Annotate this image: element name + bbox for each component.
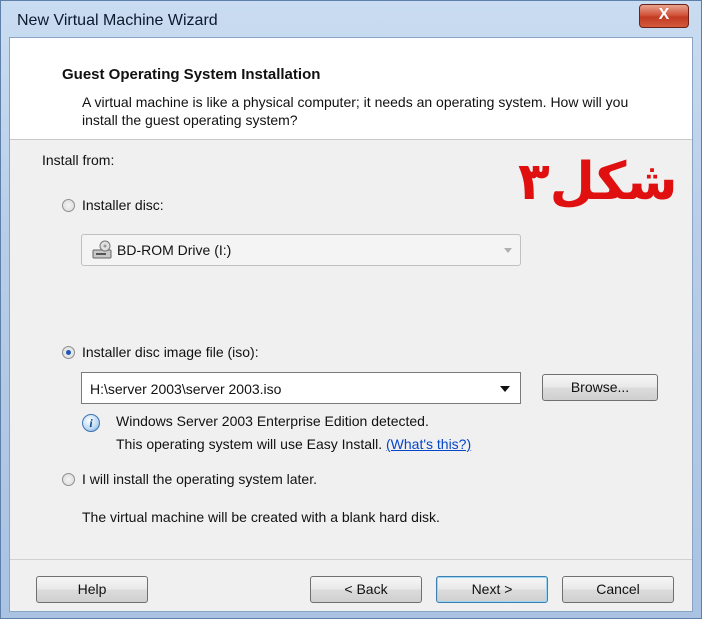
disc-drive-select: BD-ROM Drive (I:) <box>81 234 521 266</box>
install-later-radio[interactable] <box>62 473 75 486</box>
easy-install-text: This operating system will use Easy Inst… <box>116 436 471 452</box>
whats-this-link[interactable]: (What's this?) <box>386 436 471 452</box>
browse-button[interactable]: Browse... <box>542 374 658 401</box>
installer-disc-radio[interactable] <box>62 199 75 212</box>
iso-path-combobox[interactable]: H:\server 2003\server 2003.iso <box>81 372 521 404</box>
iso-path-value[interactable]: H:\server 2003\server 2003.iso <box>90 381 281 397</box>
close-button[interactable]: X <box>639 4 689 28</box>
disc-drive-icon <box>92 240 112 259</box>
installer-disc-label[interactable]: Installer disc: <box>82 197 164 213</box>
disc-drive-value: BD-ROM Drive (I:) <box>117 242 232 258</box>
window-title: New Virtual Machine Wizard <box>17 12 218 29</box>
chevron-down-icon <box>504 248 512 253</box>
figure-label: شکل۳ <box>518 152 678 212</box>
chevron-down-icon[interactable] <box>500 386 510 392</box>
close-icon: X <box>658 6 670 23</box>
back-button[interactable]: < Back <box>310 576 422 603</box>
installer-iso-radio[interactable] <box>62 346 75 359</box>
info-icon: i <box>82 414 100 432</box>
detected-os-text: Windows Server 2003 Enterprise Edition d… <box>116 413 429 429</box>
page-description: A virtual machine is like a physical com… <box>82 94 629 128</box>
wizard-client-area: Guest Operating System Installation A vi… <box>9 37 693 612</box>
installer-iso-label[interactable]: Installer disc image file (iso): <box>82 344 259 360</box>
wizard-window: New Virtual Machine Wizard X Guest Opera… <box>0 0 702 619</box>
wizard-header: Guest Operating System Installation A vi… <box>10 38 692 140</box>
next-button[interactable]: Next > <box>436 576 548 603</box>
install-from-label: Install from: <box>42 152 115 168</box>
footer-divider <box>10 559 692 560</box>
easy-install-label: This operating system will use Easy Inst… <box>116 436 383 452</box>
install-later-label[interactable]: I will install the operating system late… <box>82 471 317 487</box>
page-title: Guest Operating System Installation <box>62 66 321 83</box>
install-later-description: The virtual machine will be created with… <box>82 509 440 525</box>
cancel-button[interactable]: Cancel <box>562 576 674 603</box>
help-button[interactable]: Help <box>36 576 148 603</box>
title-bar[interactable]: New Virtual Machine Wizard X <box>1 1 701 37</box>
